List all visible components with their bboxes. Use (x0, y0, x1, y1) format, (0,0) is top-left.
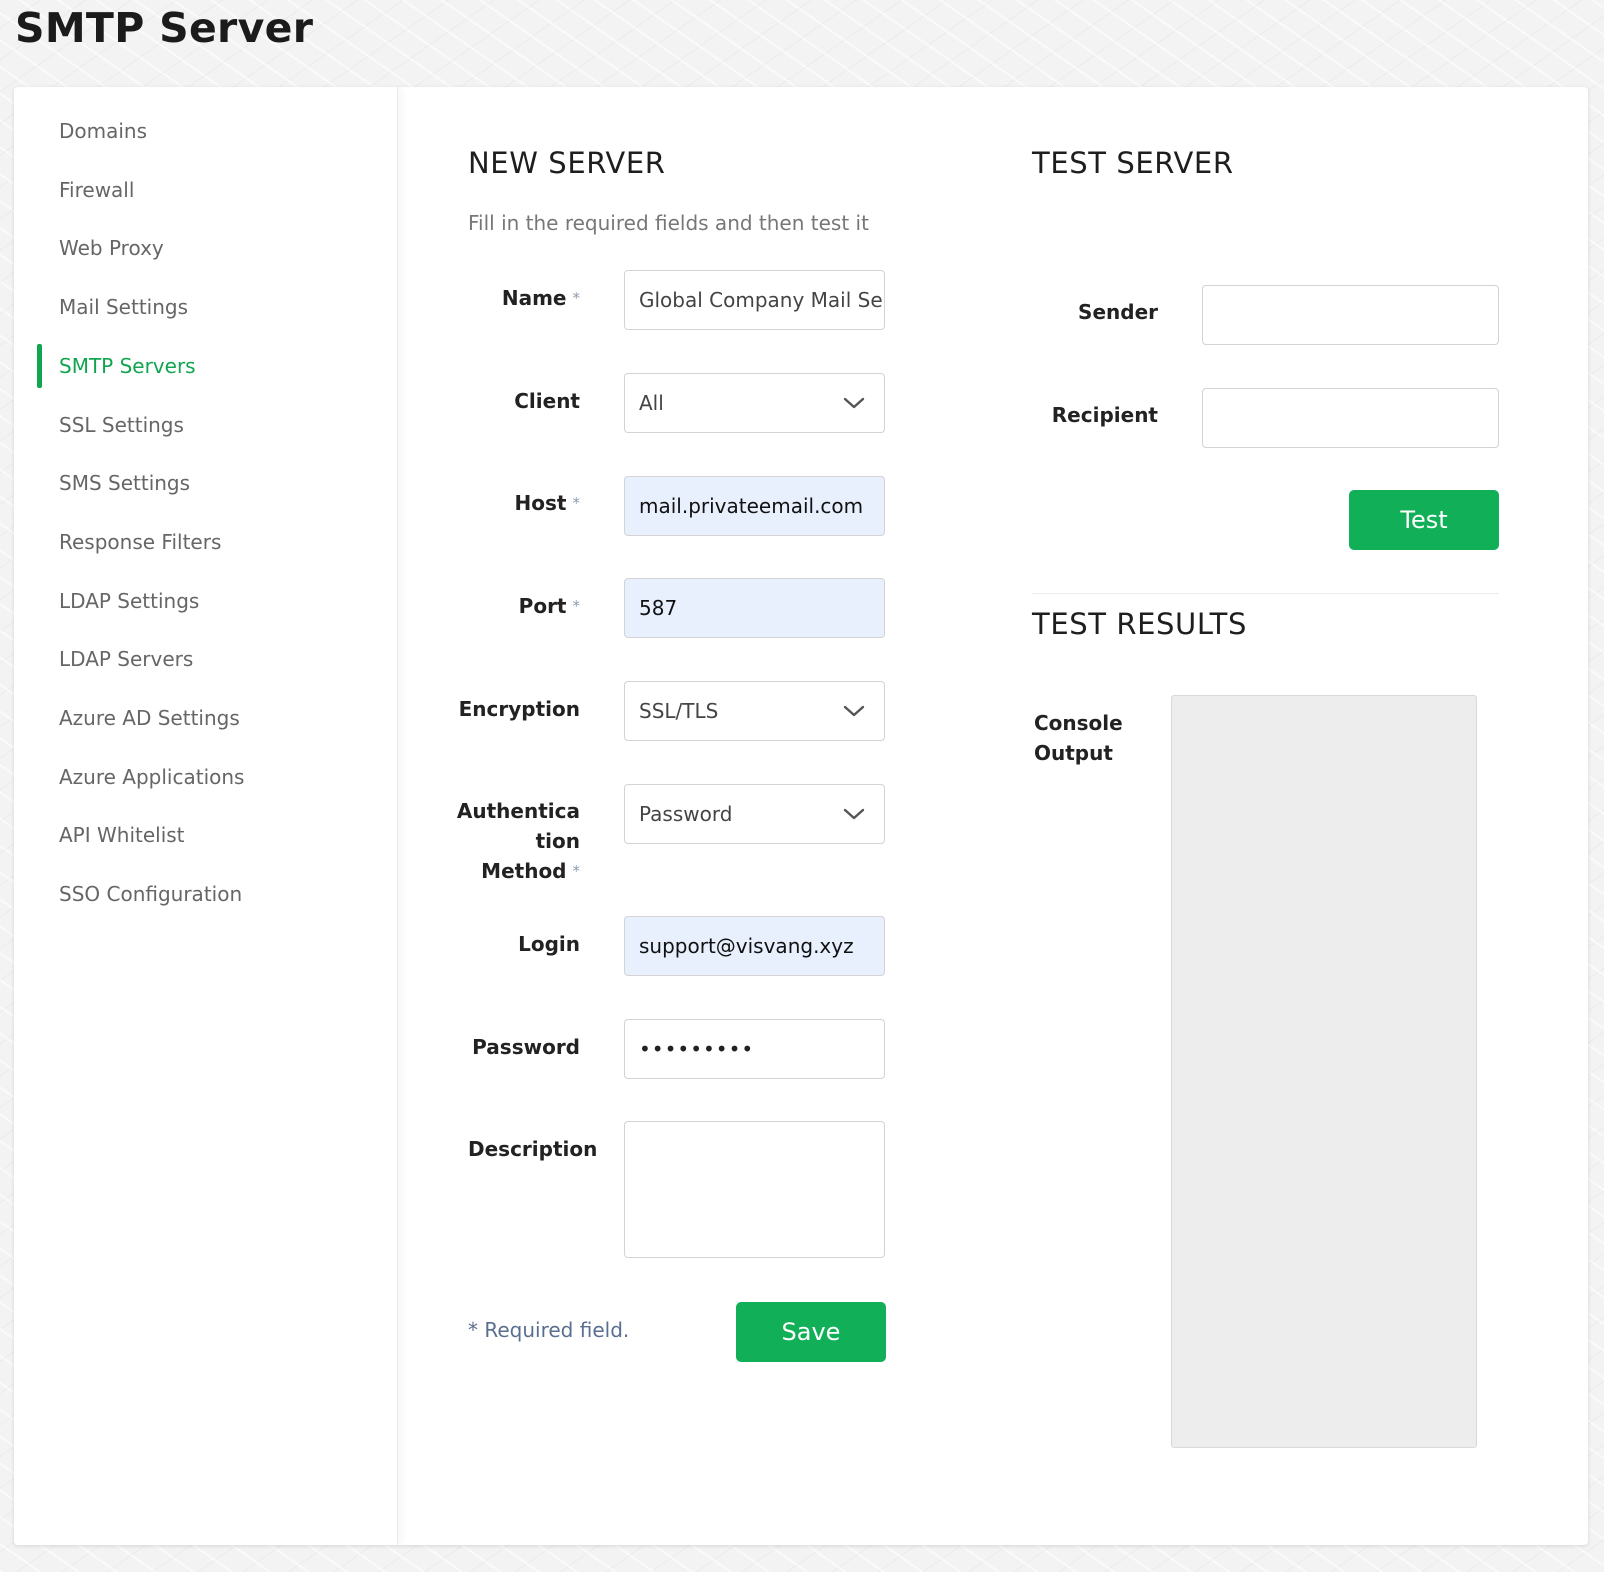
encryption-select-value: SSL/TLS (639, 699, 719, 723)
sidebar-item-ssl-settings[interactable]: SSL Settings (59, 403, 184, 447)
client-label: Client (514, 389, 580, 413)
new-server-heading: NEW SERVER (468, 146, 666, 180)
sidebar-item-sms-settings[interactable]: SMS Settings (59, 461, 190, 505)
encryption-select[interactable]: SSL/TLS (624, 681, 885, 741)
sidebar-item-smtp-servers[interactable]: SMTP Servers (59, 344, 196, 388)
auth-method-select[interactable]: Password (624, 784, 885, 844)
password-label: Password (472, 1035, 580, 1059)
console-output-label: Console Output (1034, 711, 1123, 765)
save-button[interactable]: Save (736, 1302, 886, 1362)
sidebar-item-web-proxy[interactable]: Web Proxy (59, 226, 164, 270)
login-label: Login (518, 932, 580, 956)
sidebar-item-azure-applications[interactable]: Azure Applications (59, 755, 244, 799)
chevron-down-icon (843, 397, 865, 409)
name-input[interactable]: Global Company Mail Ser (624, 270, 885, 330)
test-button[interactable]: Test (1349, 490, 1499, 550)
sidebar-item-azure-ad-settings[interactable]: Azure AD Settings (59, 696, 240, 740)
sidebar-item-mail-settings[interactable]: Mail Settings (59, 285, 188, 329)
chevron-down-icon (843, 808, 865, 820)
test-results-heading: TEST RESULTS (1032, 607, 1247, 641)
settings-panel: Domains Firewall Web Proxy Mail Settings… (14, 87, 1588, 1545)
client-select[interactable]: All (624, 373, 885, 433)
new-server-subtitle: Fill in the required fields and then tes… (468, 211, 869, 235)
host-input[interactable]: mail.privateemail.com (624, 476, 885, 536)
recipient-label: Recipient (1051, 403, 1158, 427)
sidebar-item-ldap-settings[interactable]: LDAP Settings (59, 579, 199, 623)
chevron-down-icon (843, 705, 865, 717)
sidebar-item-ldap-servers[interactable]: LDAP Servers (59, 637, 193, 681)
sidebar-item-sso-configuration[interactable]: SSO Configuration (59, 872, 242, 916)
page-title: SMTP Server (15, 4, 314, 52)
name-label: Name * (501, 286, 580, 310)
description-textarea[interactable] (624, 1121, 885, 1258)
host-label: Host * (514, 491, 580, 515)
port-input[interactable]: 587 (624, 578, 885, 638)
login-input[interactable]: support@visvang.xyz (624, 916, 885, 976)
description-label: Description (468, 1137, 598, 1161)
sender-label: Sender (1078, 300, 1158, 324)
password-input[interactable]: ••••••••• (624, 1019, 885, 1079)
auth-method-label: Authentica tion Method * (456, 799, 580, 883)
active-nav-indicator (37, 344, 42, 388)
required-field-note: * Required field. (468, 1318, 630, 1342)
sender-input[interactable] (1202, 285, 1499, 345)
sidebar-item-firewall[interactable]: Firewall (59, 168, 134, 212)
encryption-label: Encryption (458, 697, 580, 721)
port-label: Port * (518, 594, 580, 618)
sidebar-item-domains[interactable]: Domains (59, 109, 147, 153)
auth-method-select-value: Password (639, 802, 733, 826)
section-divider (1032, 593, 1499, 594)
recipient-input[interactable] (1202, 388, 1499, 448)
sidebar-nav: Domains Firewall Web Proxy Mail Settings… (14, 87, 398, 1545)
console-output[interactable] (1171, 695, 1477, 1448)
sidebar-item-api-whitelist[interactable]: API Whitelist (59, 813, 185, 857)
sidebar-item-response-filters[interactable]: Response Filters (59, 520, 221, 564)
client-select-value: All (639, 391, 664, 415)
test-server-heading: TEST SERVER (1032, 146, 1234, 180)
